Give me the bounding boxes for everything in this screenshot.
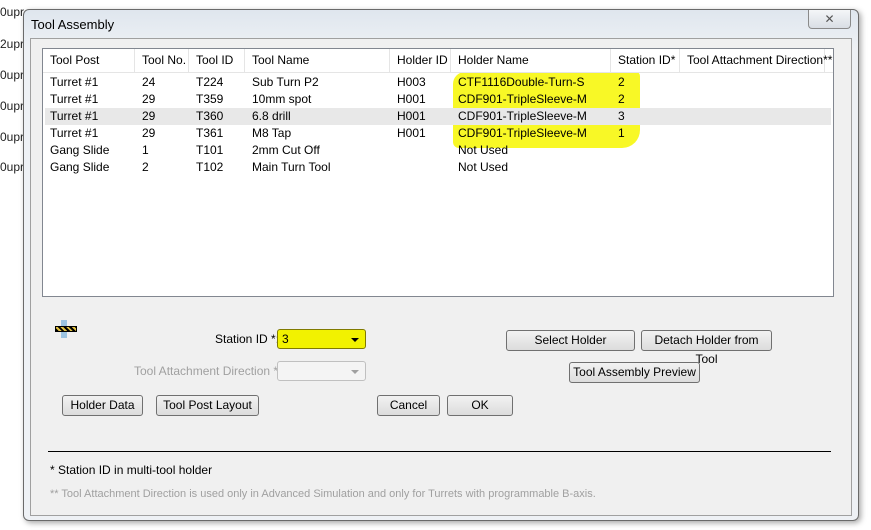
tool-assembly-table[interactable]: Tool Post Tool No. Tool ID Tool Name Holder … [42,48,834,297]
table-cell: CDF901-TripleSleeve-M [458,92,587,106]
table-cell: 29 [142,109,156,123]
column-header[interactable]: Holder ID [390,49,451,72]
table-cell: 2 [618,75,625,89]
attach-direction-note: ** Tool Attachment Direction is used onl… [50,488,596,500]
station-id-label: Station ID *: [215,332,280,346]
tool-post-layout-button[interactable]: Tool Post Layout [156,395,259,416]
attach-direction-dropdown[interactable] [277,361,366,381]
background-text: 0upr [0,68,25,82]
table-cell: 1 [142,143,149,157]
table-cell: 2 [618,92,625,106]
dialog-body: Tool Post Tool No. Tool ID Tool Name Holder … [30,38,852,516]
table-cell: Turret #1 [50,126,99,140]
attach-direction-label: Tool Attachment Direction **: [134,364,287,378]
table-row[interactable]: Turret #1 29 T360 6.8 drill H001 CDF901-Tripl… [45,108,831,125]
table-cell: Gang Slide [50,160,110,174]
column-header[interactable]: Station ID* [611,49,680,72]
table-cell: T361 [196,126,224,140]
chevron-down-icon [351,370,359,374]
table-cell: Not Used [458,143,509,157]
table-cell: 10mm spot [252,92,312,106]
background-text: 0upr [0,99,25,113]
table-cell: Turret #1 [50,92,99,106]
table-cell: CTF1116Double-Turn-S [458,75,585,89]
table-cell: H003 [397,75,426,89]
holder-data-button[interactable]: Holder Data [62,395,143,416]
background-text: 0upr [0,130,25,144]
column-header[interactable]: Tool ID [189,49,245,72]
column-header[interactable]: Tool Name [245,49,390,72]
column-header[interactable]: Holder Name [451,49,611,72]
table-cell: 1 [618,126,625,140]
column-header[interactable]: Tool Attachment Direction** [680,49,832,72]
table-cell: 29 [142,92,156,106]
table-cell: 3 [618,109,625,123]
column-header[interactable]: Tool Post [43,49,135,72]
ok-button[interactable]: OK [447,395,513,416]
table-row[interactable]: Turret #1 29 T361 M8 Tap H001 CDF901-TripleSl… [45,125,831,142]
table-cell: Main Turn Tool [252,160,331,174]
table-cell: Turret #1 [50,75,99,89]
background-text: 0upr [0,160,25,174]
table-row[interactable]: Gang Slide 1 T101 2mm Cut Off Not Used [45,142,831,159]
table-cell: H001 [397,109,426,123]
dialog-title: Tool Assembly [31,17,115,32]
background-text: 0upr [0,5,25,19]
table-cell: Sub Turn P2 [252,75,319,89]
table-cell: Turret #1 [50,109,99,123]
divider [48,451,831,452]
tool-assembly-dialog: Tool Assembly ✕ Tool Post Tool No. Tool ID… [23,9,859,521]
detach-holder-button[interactable]: Detach Holder from Tool [641,330,772,366]
table-cell: T101 [196,143,224,157]
table-cell: T360 [196,109,224,123]
chevron-down-icon [351,338,359,342]
table-cell: H001 [397,92,426,106]
table-cell: CDF901-TripleSleeve-M [458,109,587,123]
table-cell: CDF901-TripleSleeve-M [458,126,587,140]
background-text: 2upr [0,37,25,51]
table-row[interactable]: Gang Slide 2 T102 Main Turn Tool Not Used [45,159,831,176]
table-cell: 2 [142,160,149,174]
table-cell: T359 [196,92,224,106]
table-cell: Not Used [458,160,509,174]
table-cell: T102 [196,160,224,174]
tool-holder-icon [55,320,77,338]
table-row[interactable]: Turret #1 24 T224 Sub Turn P2 H003 CTF1116Dou… [45,74,831,91]
table-row[interactable]: Turret #1 29 T359 10mm spot H001 CDF901-Tripl… [45,91,831,108]
close-icon: ✕ [824,12,835,26]
close-button[interactable]: ✕ [808,10,851,29]
tool-assembly-preview-button[interactable]: Tool Assembly Preview [569,362,700,383]
table-cell: Gang Slide [50,143,110,157]
table-cell: M8 Tap [252,126,292,140]
cancel-button[interactable]: Cancel [377,395,440,416]
column-header[interactable]: Tool No. [135,49,189,72]
table-cell: T224 [196,75,224,89]
select-holder-button[interactable]: Select Holder [506,330,635,351]
station-id-dropdown[interactable]: 3 [277,329,366,349]
table-cell: 6.8 drill [252,109,291,123]
table-cell: H001 [397,126,426,140]
table-header: Tool Post Tool No. Tool ID Tool Name Holder … [43,49,833,73]
table-cell: 29 [142,126,156,140]
station-id-note: * Station ID in multi-tool holder [50,463,213,477]
table-cell: 24 [142,75,156,89]
station-id-value: 3 [282,332,289,346]
table-cell: 2mm Cut Off [252,143,320,157]
